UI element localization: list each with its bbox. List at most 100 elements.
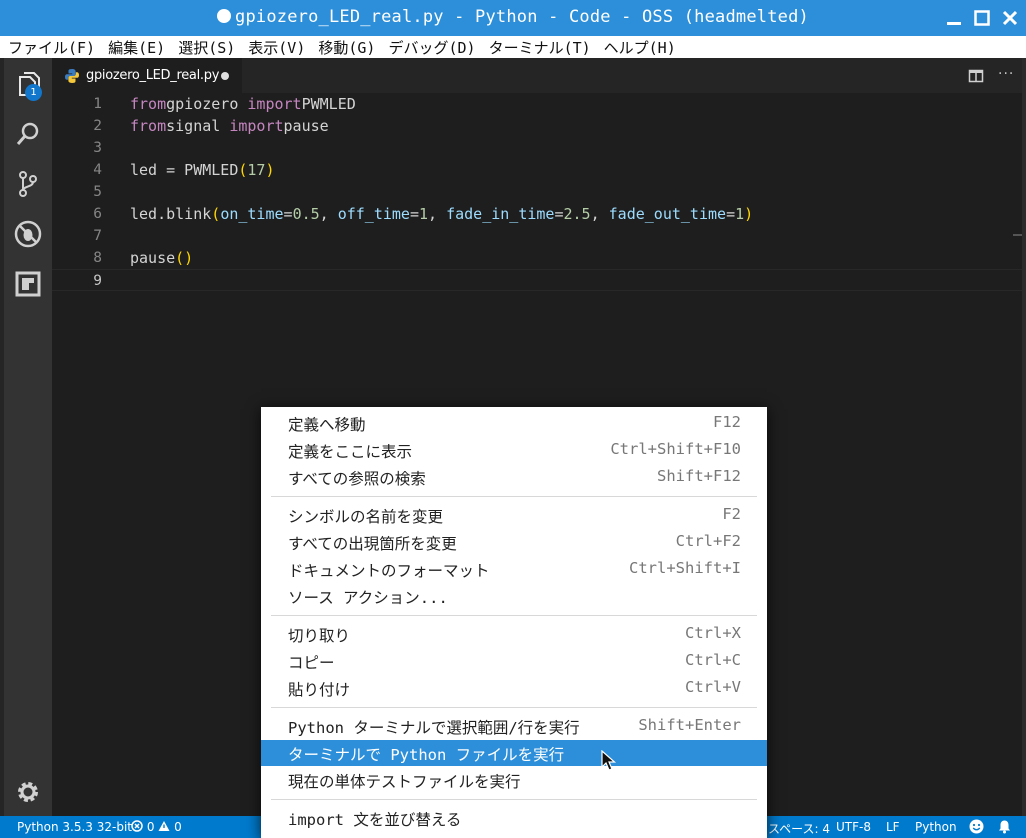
line-number: 2 [93,118,102,134]
tab-filename: gpiozero_LED_real.py [86,68,220,83]
context-menu-item[interactable]: すべての参照の検索 Shift+F12 [261,464,767,490]
context-menu-item[interactable]: 貼り付け Ctrl+V [261,675,767,701]
python-file-icon [65,68,79,83]
code-line[interactable]: 2 fromsignal importpause [52,115,1022,137]
code-token: = [283,205,293,223]
menu-file[interactable]: ファイル(F) [8,37,95,58]
search-icon[interactable] [14,120,42,148]
code-line[interactable]: 7 [52,225,1022,247]
maximize-icon[interactable] [972,8,992,28]
window-border-right [1022,58,1026,816]
activity-bar: 1 [4,58,52,816]
code-line[interactable]: 8 pause() [52,247,1022,269]
error-icon [131,820,143,832]
unsaved-indicator-icon[interactable] [221,72,229,80]
code-line[interactable]: 1 fromgpiozero importPWMLED [52,93,1022,115]
interpreter-selector[interactable]: Python 3.5.3 32-bit [17,820,132,834]
code-token: on_time [220,205,284,223]
menu-item-label: 現在の単体テストファイルを実行 [288,773,521,791]
menu-item-label: ソース アクション... [288,589,448,607]
code-token: from [130,95,167,113]
context-menu-item[interactable]: 現在の単体テストファイルを実行 [261,767,767,793]
notifications-bell-icon[interactable] [997,819,1012,834]
code-line[interactable]: 3 [52,137,1022,159]
problems-indicator[interactable]: 0 0 [131,820,182,834]
code-text: led = PWMLED(17) [130,159,275,181]
context-menu-item[interactable]: ターミナルで Python ファイルを実行 [261,740,767,766]
menu-item-shortcut: Ctrl+X [685,624,741,642]
code-token: 2.5 [563,205,591,223]
code-line[interactable]: 4 led = PWMLED(17) [52,159,1022,181]
code-token: off_time [337,205,410,223]
editor-tab[interactable]: gpiozero_LED_real.py [52,58,242,93]
extensions-icon[interactable] [14,270,42,298]
line-number: 5 [93,184,102,200]
context-menu-item[interactable]: シンボルの名前を変更 F2 [261,502,767,528]
code-line[interactable]: 5 [52,181,1022,203]
menu-selection[interactable]: 選択(S) [178,37,235,58]
code-token: pause [130,249,176,267]
code-line[interactable]: 6 led.blink(on_time=0.5, off_time=1, fade… [52,203,1022,225]
eol-selector[interactable]: LF [886,820,900,834]
context-menu-item[interactable]: コピー Ctrl+C [261,648,767,674]
context-menu-item[interactable]: すべての出現箇所を変更 Ctrl+F2 [261,529,767,555]
line-number: 1 [93,96,102,112]
context-menu-item[interactable]: import 文を並び替える [261,805,767,831]
menu-item-shortcut: Ctrl+C [685,651,741,669]
indentation-selector[interactable]: スペース: 4 [768,820,830,837]
code-token: fade_out_time [608,205,727,223]
warning-count: 0 [174,820,182,834]
menu-bar: ファイル(F) 編集(E) 選択(S) 表示(V) 移動(G) デバッグ(D) … [0,36,1026,58]
gear-icon[interactable] [14,778,42,806]
context-menu-item[interactable]: 切り取り Ctrl+X [261,621,767,647]
line-number: 3 [93,140,102,156]
menu-item-label: Python ターミナルで選択範囲/行を実行 [288,719,580,737]
context-menu-item[interactable]: 定義をここに表示 Ctrl+Shift+F10 [261,437,767,463]
debug-icon[interactable] [14,220,42,248]
menu-separator [271,707,757,708]
minimize-icon[interactable] [944,8,964,28]
code-token: = [409,205,419,223]
menu-item-shortcut: Shift+Enter [638,716,741,734]
menu-debug[interactable]: デバッグ(D) [388,37,475,58]
menu-item-shortcut: F2 [722,505,741,523]
warning-icon [158,821,170,831]
code-token: , [428,205,447,223]
code-token: gpiozero [166,95,248,113]
feedback-smiley-icon[interactable] [969,819,984,834]
code-line[interactable]: 9 [52,269,1022,291]
code-token: () [175,249,194,267]
line-number: 8 [93,250,102,266]
code-token: import [247,95,302,113]
code-token: ) [265,161,275,179]
menu-item-label: import 文を並び替える [288,811,462,829]
menu-view[interactable]: 表示(V) [248,37,305,58]
source-control-icon[interactable] [14,170,42,198]
explorer-badge: 1 [25,84,42,101]
menu-terminal[interactable]: ターミナル(T) [489,37,591,58]
menu-item-label: 貼り付け [288,681,351,699]
close-icon[interactable] [1000,8,1020,28]
menu-help[interactable]: ヘルプ(H) [604,37,676,58]
unsaved-dot-icon [217,9,232,23]
code-token: ) [744,205,754,223]
code-token: 1 [419,205,429,223]
menu-go[interactable]: 移動(G) [318,37,375,58]
menu-item-label: すべての出現箇所を変更 [288,535,457,553]
more-actions-icon[interactable]: ··· [998,66,1014,82]
menu-item-label: シンボルの名前を変更 [288,508,444,526]
menu-edit[interactable]: 編集(E) [108,37,165,58]
menu-item-label: 定義へ移動 [288,416,366,434]
context-menu-item[interactable]: 定義へ移動 F12 [261,410,767,436]
line-number: 7 [93,228,102,244]
line-number: 6 [93,206,102,222]
context-menu-item[interactable]: ソース アクション... [261,583,767,609]
context-menu-item[interactable]: ドキュメントのフォーマット Ctrl+Shift+I [261,556,767,582]
encoding-selector[interactable]: UTF-8 [836,820,871,834]
menu-item-shortcut: Ctrl+V [685,678,741,696]
language-mode-selector[interactable]: Python [915,820,957,834]
split-editor-icon[interactable] [968,68,984,84]
tab-strip: gpiozero_LED_real.py ··· [52,58,1022,93]
context-menu-item[interactable]: Python ターミナルで選択範囲/行を実行 Shift+Enter [261,713,767,739]
code-token: = [726,205,736,223]
